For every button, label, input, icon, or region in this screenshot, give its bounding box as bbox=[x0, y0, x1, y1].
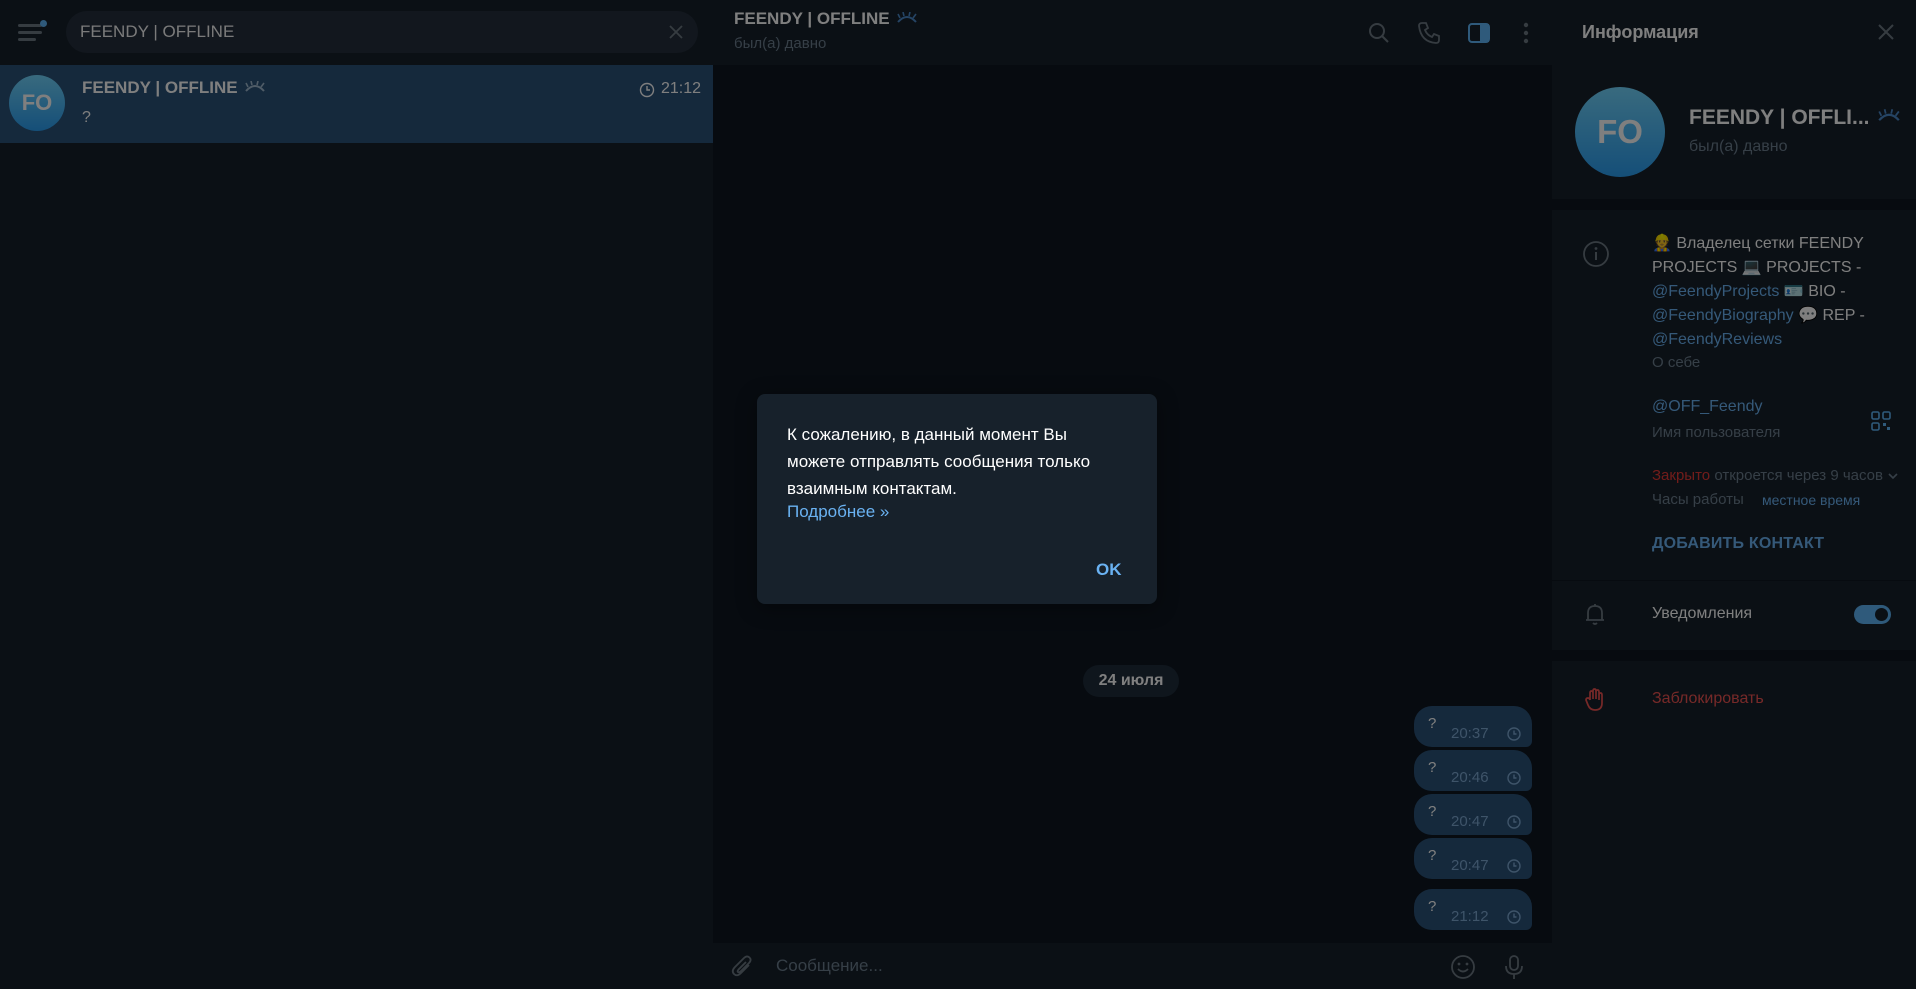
learn-more-link[interactable]: Подробнее » bbox=[787, 502, 889, 522]
ok-button[interactable]: OK bbox=[1096, 560, 1122, 580]
telegram-window: FO FEENDY | OFFLINE 21:12 ? FEENDY | OFF… bbox=[0, 0, 1916, 989]
dialog-message: К сожалению, в данный момент Вы можете о… bbox=[787, 425, 1091, 498]
alert-dialog: К сожалению, в данный момент Вы можете о… bbox=[757, 394, 1157, 604]
